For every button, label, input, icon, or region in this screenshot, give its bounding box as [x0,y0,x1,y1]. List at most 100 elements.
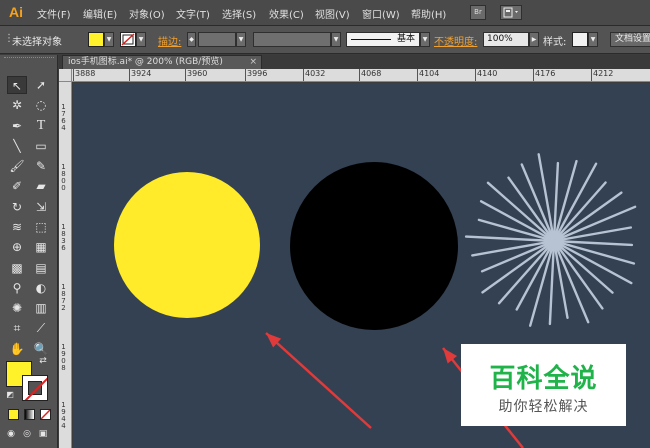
slice-icon[interactable]: ⟋ [31,319,51,337]
yellow-circle[interactable] [114,172,260,318]
sunburst-ray [479,200,556,243]
column-graph-icon[interactable]: ▥ [31,299,51,317]
ruler-label: 3960 [184,69,208,81]
default-colors-icon[interactable]: ◩ [3,389,17,401]
red-arrow [265,332,372,429]
paintbrush-icon[interactable]: 🖌 [7,157,27,175]
close-tab-icon[interactable]: × [249,56,257,68]
gradient-mode-icon[interactable] [24,409,35,420]
free-transform-icon[interactable]: ⬚ [31,218,51,236]
scale-icon[interactable]: ⇲ [31,198,51,216]
ruler-label: 1836 [61,223,66,252]
bridge-icon[interactable]: Br [470,5,486,20]
menu-effect[interactable]: 效果(C) [269,6,304,21]
type-icon[interactable]: T [31,117,51,135]
black-circle[interactable] [290,162,458,330]
pencil-icon[interactable]: ✎ [31,157,51,175]
ruler-label: 3996 [244,69,268,81]
control-bar: ⋮ 未选择对象 ▼ ▼ 描边: ◆ ▼ ▼ 基本 ▼ 不透明度: 100% ▶ … [0,26,650,54]
opacity-field[interactable]: 100% [483,32,529,47]
watermark-subtitle: 助你轻松解决 [498,399,589,415]
brush-definition-dropdown-icon[interactable]: ▼ [420,32,430,47]
mesh-icon[interactable]: ▩ [7,259,27,277]
eraser-icon[interactable]: ▰ [31,177,51,195]
horizontal-ruler[interactable]: 3888 3924 3960 3996 4032 4068 4104 4140 … [72,69,650,82]
menu-view[interactable]: 视图(V) [315,6,350,21]
ruler-label: 4212 [590,69,614,81]
selection-icon[interactable]: ↖ [7,76,27,94]
watermark-title: 百科全说 [489,364,598,394]
color-mode-icon[interactable] [8,409,19,420]
gradient-icon[interactable]: ▤ [31,259,51,277]
graphic-style-swatch[interactable] [572,32,588,47]
ruler-label: 1800 [61,163,66,192]
ruler-label: 1872 [61,283,66,312]
variable-width-field[interactable] [253,32,331,47]
fill-swatch[interactable] [88,32,104,47]
width-icon[interactable]: ≋ [7,218,27,236]
draw-normal-icon[interactable]: ◉ [4,428,18,440]
symbol-sprayer-icon[interactable]: ✺ [7,299,27,317]
opacity-label[interactable]: 不透明度: [434,33,477,48]
stroke-weight-field[interactable] [198,32,236,47]
menu-edit[interactable]: 编辑(E) [83,6,117,21]
screen-mode-icon[interactable]: ▣ [36,428,50,440]
ruler-label: 4140 [474,69,498,81]
style-label: 样式: [543,37,567,48]
sunburst-ray [552,239,633,285]
none-mode-icon[interactable] [40,409,51,420]
perspective-icon[interactable]: ▦ [31,238,51,256]
blob-brush-icon[interactable]: ✐ [7,177,27,195]
stroke-weight-stepper[interactable]: ◆ [187,32,196,47]
rectangle-icon[interactable]: ▭ [31,137,51,155]
blend-icon[interactable]: ◐ [31,279,51,297]
document-tab-title: ios手机图标.ai* @ 200% (RGB/预览) [68,57,223,67]
menu-file[interactable]: 文件(F) [37,6,71,21]
line-icon[interactable]: ╲ [7,137,27,155]
stroke-weight-dropdown-icon[interactable]: ▼ [236,32,246,47]
ruler-label: 3924 [128,69,152,81]
document-tab[interactable]: ios手机图标.ai* @ 200% (RGB/预览) × [62,55,262,69]
menu-window[interactable]: 窗口(W) [362,6,400,21]
hand-icon[interactable]: ✋ [7,340,27,358]
fill-dropdown-icon[interactable]: ▼ [104,32,114,47]
artboard-icon[interactable]: ⌗ [7,319,27,337]
magic-wand-icon[interactable]: ✲ [7,96,27,114]
stroke-swatch[interactable] [120,32,136,47]
stroke-label[interactable]: 描边: [158,33,181,48]
ruler-origin[interactable] [59,69,72,82]
eyedropper-icon[interactable]: ⚲ [7,279,27,297]
watermark-badge: 百科全说 助你轻松解决 [461,344,626,426]
ruler-label: 4032 [302,69,326,81]
panel-grip [4,57,54,61]
menu-bar: Ai 文件(F) 编辑(E) 对象(O) 文字(T) 选择(S) 效果(C) 视… [0,0,650,26]
menu-select[interactable]: 选择(S) [222,6,256,21]
brush-definition-value: 基本 [396,34,415,44]
ruler-label: 1944 [61,401,66,430]
pen-icon[interactable]: ✒ [7,117,27,135]
ruler-label: 3888 [72,69,96,81]
direct-selection-icon[interactable]: ➚ [31,76,51,94]
arrange-documents-icon[interactable] [500,5,522,20]
document-settings-button[interactable]: 文档设置 [610,32,650,47]
menu-help[interactable]: 帮助(H) [411,6,446,21]
menu-type[interactable]: 文字(T) [176,6,210,21]
rotate-icon[interactable]: ↻ [7,198,27,216]
sunburst-shape[interactable] [464,153,637,327]
shape-builder-icon[interactable]: ⊕ [7,238,27,256]
stroke-color-box[interactable] [22,375,48,401]
brush-definition-field[interactable]: 基本 [346,32,420,47]
vertical-ruler[interactable]: 1764 1800 1836 1872 1908 1944 [59,82,72,448]
swap-colors-icon[interactable]: ⇄ [36,355,50,367]
draw-behind-icon[interactable]: ◎ [20,428,34,440]
graphic-style-dropdown-icon[interactable]: ▼ [588,32,598,47]
app-logo: Ai [9,4,23,20]
sunburst-ray [552,162,598,243]
lasso-icon[interactable]: ◌ [31,96,51,114]
menu-object[interactable]: 对象(O) [129,6,165,21]
stroke-dropdown-icon[interactable]: ▼ [136,32,146,47]
document-tab-bar: ios手机图标.ai* @ 200% (RGB/预览) × [59,55,650,69]
ruler-label: 4068 [358,69,382,81]
variable-width-dropdown-icon[interactable]: ▼ [331,32,341,47]
opacity-dropdown-icon[interactable]: ▶ [529,32,539,47]
